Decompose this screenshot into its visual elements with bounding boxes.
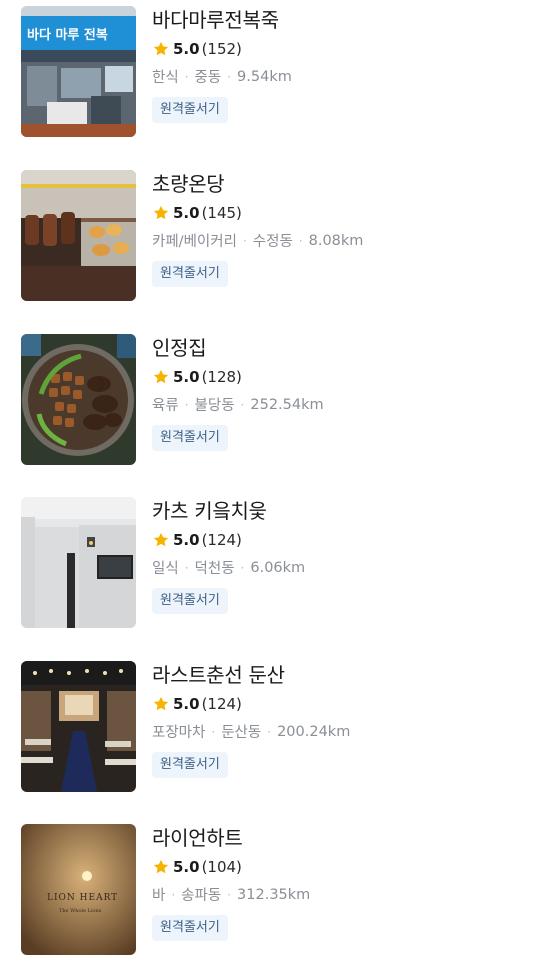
restaurant-item-1[interactable]: 바다 마루 전복 바다마루전복죽 5.0 (152) 한식 · 중동 · 9.5…: [0, 6, 540, 138]
restaurant-name[interactable]: 초량온당: [152, 168, 225, 197]
category: 카페/베이커리: [152, 234, 237, 250]
separator-dot: ·: [267, 724, 272, 739]
area: 송파동: [181, 888, 222, 904]
restaurant-thumbnail[interactable]: [21, 661, 136, 792]
restaurant-item-4[interactable]: 카츠 키읔치읓 5.0 (124) 일식 · 덕천동 · 6.06km 원격줄서…: [0, 497, 540, 629]
restaurant-name[interactable]: 카츠 키읔치읓: [152, 495, 267, 524]
distance: 252.54km: [250, 396, 324, 413]
review-count: (128): [201, 368, 242, 386]
star-icon: [152, 858, 170, 876]
star-icon: [152, 204, 170, 222]
restaurant-thumbnail[interactable]: [21, 334, 136, 465]
rating: 5.0 (124): [152, 530, 242, 550]
rating-score: 5.0: [173, 531, 200, 549]
distance: 6.06km: [250, 559, 306, 576]
distance: 312.35km: [237, 886, 311, 903]
restaurant-name[interactable]: 라이언하트: [152, 822, 243, 851]
category: 한식: [152, 70, 179, 86]
sign-text: 바다 마루 전복: [27, 27, 108, 43]
rating-score: 5.0: [173, 695, 200, 713]
review-count: (124): [201, 695, 242, 713]
category: 포장마차: [152, 725, 206, 741]
separator-dot: ·: [171, 887, 176, 902]
separator-dot: ·: [242, 233, 247, 248]
restaurant-meta: 일식 · 덕천동 · 6.06km: [152, 557, 305, 578]
restaurant-thumbnail[interactable]: LION HEART The Whole Lions: [21, 824, 136, 955]
restaurant-list: 바다 마루 전복 바다마루전복죽 5.0 (152) 한식 · 중동 · 9.5…: [0, 0, 540, 960]
star-icon: [152, 368, 170, 386]
separator-dot: ·: [298, 233, 303, 248]
rating: 5.0 (128): [152, 367, 242, 387]
lion-heart-sign: LION HEART: [47, 893, 118, 903]
rating: 5.0 (104): [152, 857, 242, 877]
separator-dot: ·: [184, 69, 189, 84]
restaurant-item-3[interactable]: 인정집 5.0 (128) 육류 · 불당동 · 252.54km 원격줄서기: [0, 334, 540, 466]
restaurant-name[interactable]: 라스트춘선 둔산: [152, 659, 285, 688]
rating: 5.0 (124): [152, 694, 242, 714]
category: 바: [152, 888, 166, 904]
star-icon: [152, 695, 170, 713]
category: 일식: [152, 561, 179, 577]
review-count: (152): [201, 40, 242, 58]
restaurant-meta: 육류 · 불당동 · 252.54km: [152, 394, 324, 415]
separator-dot: ·: [240, 560, 245, 575]
rating-score: 5.0: [173, 40, 200, 58]
rating: 5.0 (145): [152, 203, 242, 223]
remote-queue-badge: 원격줄서기: [152, 425, 228, 451]
restaurant-item-5[interactable]: 라스트춘선 둔산 5.0 (124) 포장마차 · 둔산동 · 200.24km…: [0, 661, 540, 793]
remote-queue-badge: 원격줄서기: [152, 915, 228, 941]
review-count: (104): [201, 858, 242, 876]
restaurant-name[interactable]: 인정집: [152, 332, 207, 361]
distance: 9.54km: [237, 68, 292, 85]
star-icon: [152, 40, 170, 58]
distance: 200.24km: [277, 723, 351, 740]
restaurant-item-6[interactable]: LION HEART The Whole Lions 라이언하트 5.0 (10…: [0, 824, 540, 956]
review-count: (145): [201, 204, 242, 222]
bakery-image: [21, 170, 136, 301]
restaurant-meta: 카페/베이커리 · 수정동 · 8.08km: [152, 230, 363, 251]
restaurant-name[interactable]: 바다마루전복죽: [152, 4, 279, 33]
restaurant-meta: 포장마차 · 둔산동 · 200.24km: [152, 721, 350, 742]
area: 덕천동: [194, 561, 235, 577]
remote-queue-badge: 원격줄서기: [152, 752, 228, 778]
entrance-image: [21, 497, 136, 628]
storefront-image: 바다 마루 전복: [21, 6, 136, 137]
area: 둔산동: [221, 725, 262, 741]
interior-image: [21, 661, 136, 792]
restaurant-thumbnail[interactable]: [21, 497, 136, 628]
separator-dot: ·: [227, 69, 232, 84]
separator-dot: ·: [184, 560, 189, 575]
rating: 5.0 (152): [152, 39, 242, 59]
remote-queue-badge: 원격줄서기: [152, 261, 228, 287]
lion-heart-sub: The Whole Lions: [59, 908, 102, 914]
remote-queue-badge: 원격줄서기: [152, 588, 228, 614]
restaurant-item-2[interactable]: 초량온당 5.0 (145) 카페/베이커리 · 수정동 · 8.08km 원격…: [0, 170, 540, 302]
rating-score: 5.0: [173, 858, 200, 876]
review-count: (124): [201, 531, 242, 549]
distance: 8.08km: [308, 232, 364, 249]
category: 육류: [152, 398, 179, 414]
grilled-meat-image: [21, 334, 136, 465]
rating-score: 5.0: [173, 204, 200, 222]
restaurant-thumbnail[interactable]: [21, 170, 136, 301]
separator-dot: ·: [227, 887, 232, 902]
bar-wall-image: LION HEART The Whole Lions: [21, 824, 136, 955]
star-icon: [152, 531, 170, 549]
restaurant-meta: 바 · 송파동 · 312.35km: [152, 884, 310, 905]
separator-dot: ·: [184, 397, 189, 412]
restaurant-thumbnail[interactable]: 바다 마루 전복: [21, 6, 136, 137]
separator-dot: ·: [240, 397, 245, 412]
area: 중동: [194, 70, 222, 86]
rating-score: 5.0: [173, 368, 200, 386]
remote-queue-badge: 원격줄서기: [152, 97, 228, 123]
separator-dot: ·: [211, 724, 216, 739]
restaurant-meta: 한식 · 중동 · 9.54km: [152, 66, 292, 87]
area: 수정동: [252, 234, 293, 250]
area: 불당동: [194, 398, 235, 414]
